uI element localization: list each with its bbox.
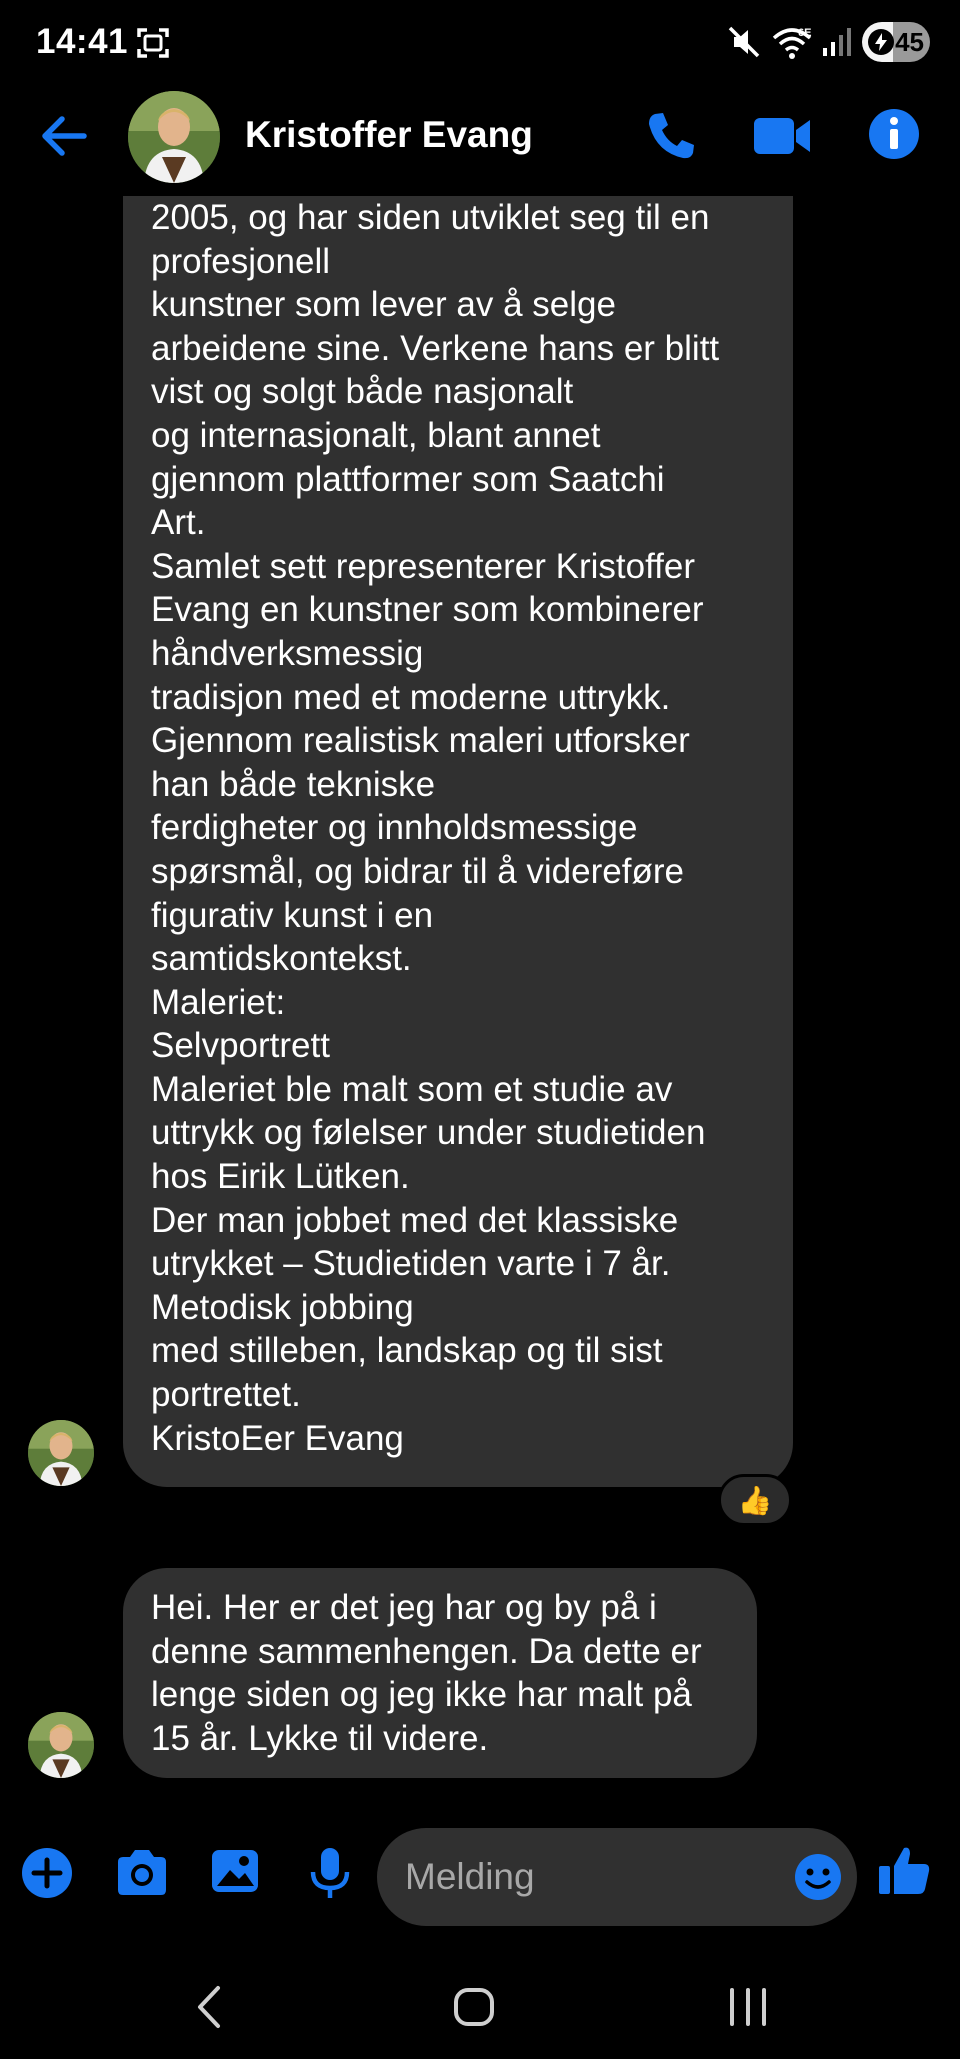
message-text-line: portrettet. (151, 1375, 301, 1415)
message-composer: Melding (0, 1820, 960, 1940)
system-navigation-bar (0, 1960, 960, 2059)
message-text-line: Metodisk jobbing (151, 1287, 414, 1327)
microphone-icon[interactable] (308, 1846, 352, 1900)
message-text-line: Evang en kunstner som kombinerer (151, 590, 704, 630)
message-text-line: vist og solgt både nasjonalt (151, 372, 574, 412)
message-text-line: hos Eirik Lütken. (151, 1157, 410, 1197)
thumbs-up-reaction: 👍 (737, 1484, 773, 1516)
nav-back-icon[interactable] (190, 1982, 230, 2032)
message-text-line: ferdigheter og innholdsmessige (151, 808, 638, 848)
message-bubble[interactable]: 2005, og har siden utviklet seg til en pr… (123, 196, 793, 1487)
battery-percent: 45 (895, 27, 924, 57)
message-text-line: tradisjon med et moderne uttrykk. (151, 677, 671, 717)
message-text-line: Der man jobbet med det klassiske (151, 1200, 679, 1240)
message-text-line: kunstner som lever av å selge (151, 285, 616, 325)
status-bar: 14:41 6E 45 (0, 0, 960, 86)
nav-home-icon[interactable] (452, 1982, 498, 2032)
status-time: 14:41 (36, 22, 129, 61)
sender-avatar[interactable] (28, 1420, 94, 1486)
svg-text:6E: 6E (798, 27, 811, 39)
message-bubble[interactable]: Hei. Her er det jeg har og by på i denne … (123, 1568, 757, 1778)
message-text-line: arbeidene sine. Verkene hans er blitt (151, 328, 720, 368)
mute-icon (726, 24, 762, 60)
message-text-line: figurativ kunst i en (151, 895, 434, 935)
message-input[interactable]: Melding (377, 1828, 857, 1926)
message-text-line: Maleriet: (151, 982, 286, 1022)
message-text-line: utrykket – Studietiden varte i 7 år. (151, 1244, 671, 1284)
message-input-placeholder: Melding (405, 1856, 535, 1897)
nav-recents-icon[interactable] (726, 1982, 770, 2032)
message-text-line: gjennom plattformer som Saatchi (151, 459, 665, 499)
video-camera-icon[interactable] (752, 108, 814, 164)
screenshot-icon (136, 26, 170, 60)
emoji-icon[interactable] (793, 1852, 843, 1902)
message-text-line: og internasjonalt, blant annet (151, 415, 601, 455)
message-text-line: håndverksmessig (151, 633, 424, 673)
plus-icon[interactable] (20, 1846, 74, 1900)
image-icon[interactable] (210, 1846, 260, 1896)
message-text-line: Samlet sett representerer Kristoffer (151, 546, 696, 586)
message-text-line: Hei. Her er det jeg har og by på i (151, 1588, 657, 1627)
battery-indicator: 45 (862, 22, 930, 62)
message-text-line: spørsmål, og bidrar til å videreføre (151, 851, 684, 891)
message-text-line: denne sammenhengen. Da dette er (151, 1631, 702, 1671)
message-text-line: samtidskontekst. (151, 939, 412, 979)
message-text-line: Art. (151, 503, 206, 543)
signal-icon (822, 26, 852, 58)
message-text-line: 15 år. Lykke til videre. (151, 1718, 489, 1758)
message-text-line: uttrykk og følelser under studietiden (151, 1113, 706, 1153)
message-text-line: Selvportrett (151, 1026, 330, 1066)
reaction-badge[interactable]: 👍 (718, 1474, 792, 1526)
contact-name[interactable]: Kristoffer Evang (245, 114, 533, 156)
thumbs-up-icon[interactable] (876, 1842, 932, 1898)
sender-avatar[interactable] (28, 1712, 94, 1778)
message-text-line: KristoEer Evang (151, 1418, 404, 1458)
message-text-line: profesjonell (151, 241, 330, 281)
wifi-icon: 6E (772, 24, 812, 60)
message-text-line: Maleriet ble malt som et studie av (151, 1069, 673, 1109)
info-icon[interactable] (866, 106, 922, 162)
back-arrow-icon[interactable] (38, 110, 90, 162)
message-text-line: Gjennom realistisk maleri utforsker (151, 721, 690, 761)
charging-icon (868, 29, 894, 55)
message-text-line: med stilleben, landskap og til sist (151, 1331, 663, 1371)
contact-avatar[interactable] (128, 91, 220, 183)
camera-icon[interactable] (114, 1846, 170, 1900)
message-thread[interactable]: 2005, og har siden utviklet seg til en pr… (0, 196, 960, 1796)
message-text-line: lenge siden og jeg ikke har malt på (151, 1675, 692, 1715)
phone-icon[interactable] (643, 108, 699, 164)
chat-header: Kristoffer Evang (0, 86, 960, 196)
message-text-line: han både tekniske (151, 764, 436, 804)
message-text-line: 2005, og har siden utviklet seg til en (151, 198, 710, 237)
